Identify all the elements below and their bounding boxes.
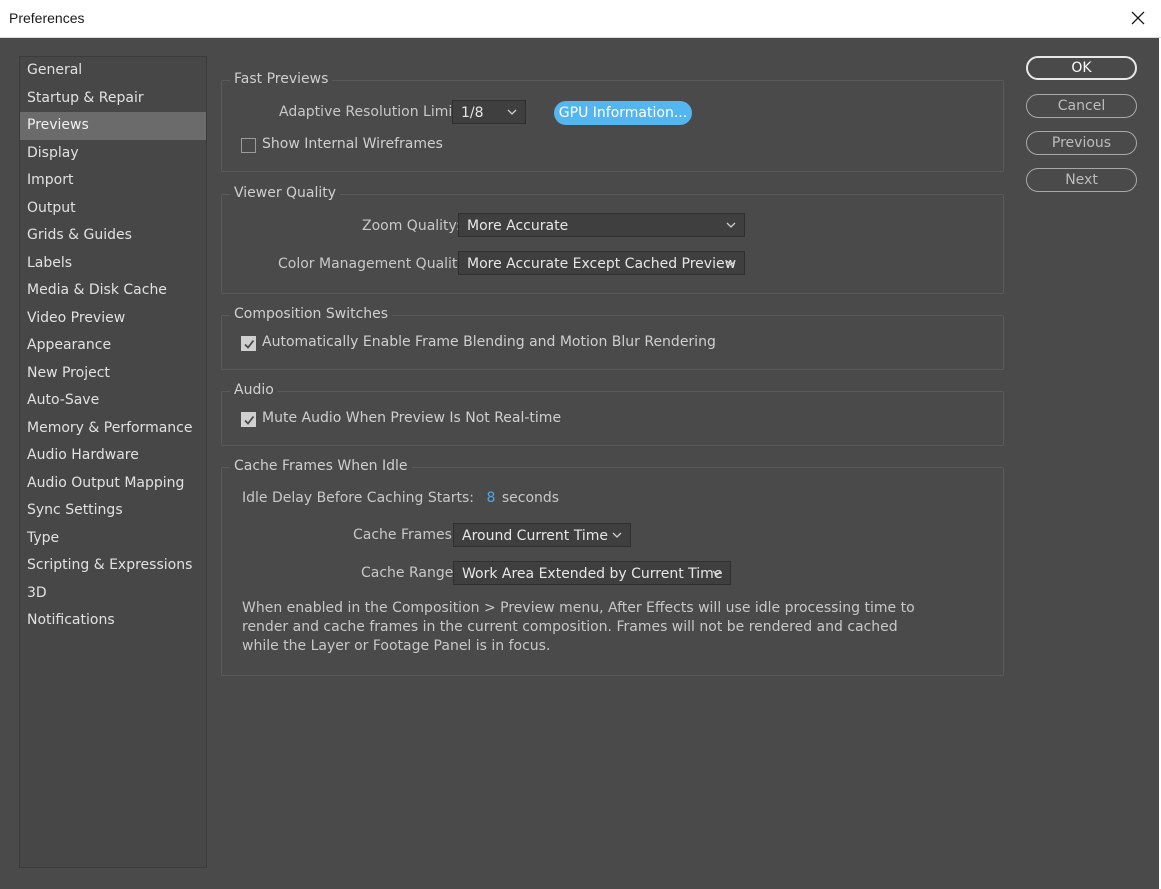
idle-delay-value[interactable]: 8 <box>486 490 495 506</box>
sidebar-item-new-project[interactable]: New Project <box>20 360 206 388</box>
sidebar-item-labels[interactable]: Labels <box>20 250 206 278</box>
category-list: General Startup & Repair Previews Displa… <box>19 56 207 868</box>
previous-button[interactable]: Previous <box>1026 131 1137 155</box>
color-management-label: Color Management Quality: <box>278 256 470 272</box>
adaptive-resolution-label: Adaptive Resolution Limit: <box>279 104 463 120</box>
sidebar-item-grids-guides[interactable]: Grids & Guides <box>20 222 206 250</box>
color-management-dropdown[interactable]: More Accurate Except Cached Preview <box>458 251 745 275</box>
cancel-button[interactable]: Cancel <box>1026 94 1137 118</box>
auto-enable-blending-label: Automatically Enable Frame Blending and … <box>262 334 716 350</box>
audio-legend: Audio <box>230 382 278 398</box>
chevron-down-icon <box>712 570 722 576</box>
cache-frames-legend: Cache Frames When Idle <box>230 458 412 474</box>
adaptive-resolution-dropdown[interactable]: 1/8 <box>452 100 526 124</box>
fast-previews-legend: Fast Previews <box>230 71 333 87</box>
idle-delay-label: Idle Delay Before Caching Starts: <box>242 490 475 506</box>
close-icon <box>1131 11 1145 25</box>
gpu-information-button[interactable]: GPU Information... <box>554 101 692 125</box>
zoom-quality-value: More Accurate <box>467 218 569 234</box>
sidebar-item-auto-save[interactable]: Auto-Save <box>20 387 206 415</box>
next-button[interactable]: Next <box>1026 168 1137 192</box>
zoom-quality-label: Zoom Quality: <box>362 218 461 234</box>
close-button[interactable] <box>1115 0 1161 37</box>
title-bar: Preferences <box>0 0 1161 38</box>
cache-range-label: Cache Range: <box>361 565 459 581</box>
show-wireframes-label: Show Internal Wireframes <box>262 136 443 152</box>
sidebar-item-type[interactable]: Type <box>20 525 206 553</box>
cache-frames-dropdown[interactable]: Around Current Time <box>453 523 631 547</box>
sidebar-item-3d[interactable]: 3D <box>20 580 206 608</box>
cache-frames-value: Around Current Time <box>462 528 608 544</box>
chevron-down-icon <box>507 109 517 115</box>
mute-audio-label: Mute Audio When Preview Is Not Real-time <box>262 410 562 426</box>
checkbox-box <box>241 336 256 351</box>
check-icon <box>244 415 255 425</box>
audio-group: Audio Mute Audio When Preview Is Not Rea… <box>221 382 1004 446</box>
chevron-down-icon <box>726 222 736 228</box>
composition-switches-group: Composition Switches Automatically Enabl… <box>221 306 1004 370</box>
fast-previews-group: Fast Previews Adaptive Resolution Limit:… <box>221 71 1004 172</box>
sidebar-item-general[interactable]: General <box>20 57 206 85</box>
sidebar-item-startup-repair[interactable]: Startup & Repair <box>20 85 206 113</box>
sidebar-item-appearance[interactable]: Appearance <box>20 332 206 360</box>
sidebar-item-previews[interactable]: Previews <box>20 112 206 140</box>
sidebar-item-display[interactable]: Display <box>20 140 206 168</box>
ok-button[interactable]: OK <box>1026 56 1137 80</box>
cache-range-dropdown[interactable]: Work Area Extended by Current Time <box>453 561 731 585</box>
cache-description: When enabled in the Composition > Previe… <box>242 600 915 654</box>
cache-range-value: Work Area Extended by Current Time <box>462 566 723 582</box>
sidebar-item-notifications[interactable]: Notifications <box>20 607 206 635</box>
window-title: Preferences <box>9 10 85 26</box>
composition-switches-legend: Composition Switches <box>230 306 393 322</box>
idle-delay-unit: seconds <box>501 490 560 506</box>
color-management-value: More Accurate Except Cached Preview <box>467 256 737 272</box>
chevron-down-icon <box>726 260 736 266</box>
adaptive-resolution-value: 1/8 <box>461 105 484 121</box>
preferences-body: General Startup & Repair Previews Displa… <box>0 38 1159 889</box>
sidebar-item-output[interactable]: Output <box>20 195 206 223</box>
sidebar-item-memory-performance[interactable]: Memory & Performance <box>20 415 206 443</box>
sidebar-item-import[interactable]: Import <box>20 167 206 195</box>
sidebar-item-video-preview[interactable]: Video Preview <box>20 305 206 333</box>
checkbox-box <box>241 138 256 153</box>
chevron-down-icon <box>612 532 622 538</box>
sidebar-item-scripting-expressions[interactable]: Scripting & Expressions <box>20 552 206 580</box>
zoom-quality-dropdown[interactable]: More Accurate <box>458 213 745 237</box>
viewer-quality-legend: Viewer Quality <box>230 185 341 201</box>
sidebar-item-sync-settings[interactable]: Sync Settings <box>20 497 206 525</box>
idle-delay-row: Idle Delay Before Caching Starts: 8 seco… <box>242 490 559 506</box>
sidebar-item-media-disk-cache[interactable]: Media & Disk Cache <box>20 277 206 305</box>
viewer-quality-group: Viewer Quality Zoom Quality: More Accura… <box>221 185 1004 294</box>
cache-frames-group: Cache Frames When Idle Idle Delay Before… <box>221 458 1004 676</box>
check-icon <box>244 339 255 349</box>
sidebar-item-audio-hardware[interactable]: Audio Hardware <box>20 442 206 470</box>
sidebar-item-audio-output-mapping[interactable]: Audio Output Mapping <box>20 470 206 498</box>
checkbox-box <box>241 412 256 427</box>
cache-frames-label: Cache Frames: <box>353 527 457 543</box>
